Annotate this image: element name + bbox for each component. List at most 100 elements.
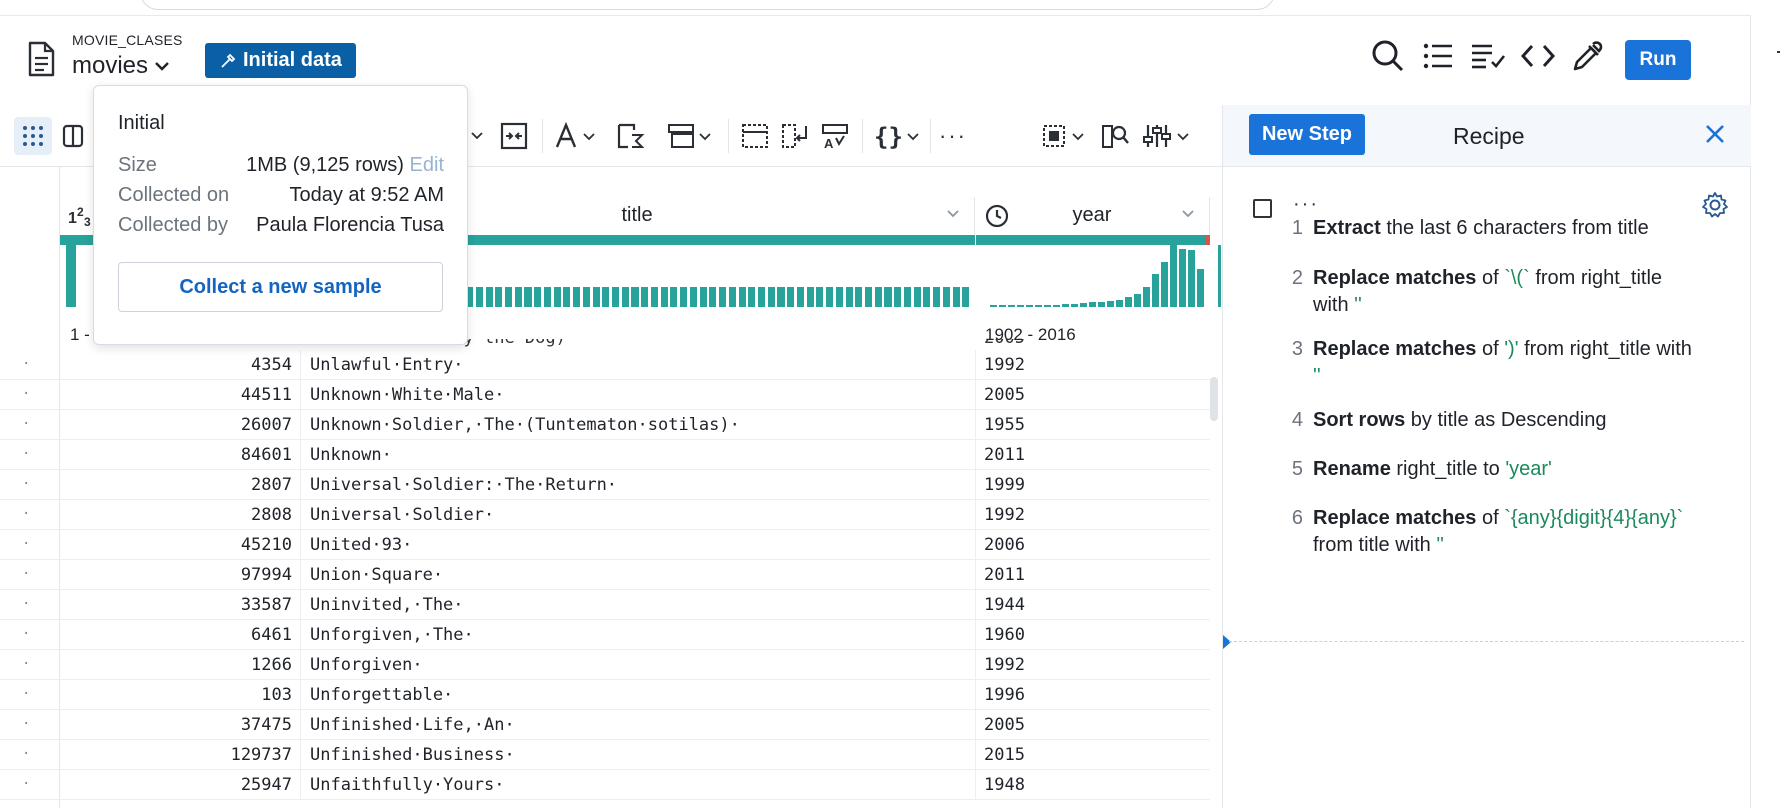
histogram-bar[interactable] [1044, 305, 1051, 307]
table-row[interactable]: · 6461 Unforgiven,·The· 1960 [0, 620, 1210, 650]
histogram-bar[interactable] [767, 287, 775, 307]
histogram-bar[interactable] [680, 287, 688, 307]
histogram-bar[interactable] [728, 287, 736, 307]
histogram-bar[interactable] [845, 287, 853, 307]
cell-year[interactable]: 2005 [984, 715, 1025, 735]
histogram-bar[interactable] [1017, 305, 1024, 307]
cell-title[interactable]: Unforgiven,·The· [310, 625, 474, 645]
histogram-bar[interactable] [612, 287, 620, 307]
histogram-bar[interactable] [1062, 304, 1069, 307]
chevron-down-icon[interactable] [1181, 207, 1195, 221]
histogram-bar[interactable] [1143, 287, 1150, 307]
histogram-bar[interactable] [748, 287, 756, 307]
histogram-bar[interactable] [933, 287, 941, 307]
histogram-bar[interactable] [563, 287, 571, 307]
nest-button[interactable] [778, 117, 812, 155]
histogram-bar[interactable] [1197, 269, 1204, 307]
histogram-bar[interactable] [719, 287, 727, 307]
cell-id[interactable]: 25947 [60, 775, 292, 795]
histogram-bar[interactable] [504, 287, 513, 307]
cell-title[interactable]: Unforgettable· [310, 685, 453, 705]
cell-title[interactable]: Unforgiven· [310, 655, 423, 675]
histogram-bar[interactable] [660, 287, 668, 307]
cell-year[interactable]: 1955 [984, 415, 1025, 435]
cell-year[interactable]: 2015 [984, 745, 1025, 765]
histogram-bar[interactable] [1116, 300, 1123, 307]
histogram-bar[interactable] [913, 287, 921, 307]
histogram-bar[interactable] [1134, 294, 1141, 307]
histogram-bar[interactable] [602, 287, 610, 307]
histogram-bar[interactable] [757, 287, 766, 307]
text-format-button[interactable] [552, 117, 600, 155]
cell-year[interactable]: 1944 [984, 595, 1025, 615]
histogram-bar[interactable] [495, 287, 503, 307]
formula-button[interactable] [614, 117, 648, 155]
cell-id[interactable]: 2808 [60, 505, 292, 525]
search-button[interactable] [1370, 38, 1406, 74]
cell-year[interactable]: 1996 [984, 685, 1025, 705]
histogram-bar[interactable] [1071, 304, 1078, 307]
histogram-bar[interactable] [1107, 301, 1114, 307]
chevron-down-icon[interactable] [946, 207, 960, 221]
histogram-bar[interactable] [699, 287, 707, 307]
table-row[interactable]: · 4354 Unlawful·Entry· 1992 [0, 350, 1210, 380]
histogram-bar[interactable] [582, 287, 590, 307]
cell-id[interactable]: 97994 [60, 565, 292, 585]
cell-title[interactable]: Unknown·White·Male· [310, 385, 504, 405]
histogram-bar[interactable] [738, 287, 746, 307]
histogram-bar[interactable] [1170, 245, 1177, 307]
cell-year[interactable]: 1992 [984, 355, 1025, 375]
cell-id[interactable]: 44511 [60, 385, 292, 405]
nested-functions-button[interactable]: {} [872, 117, 922, 155]
histogram-bar[interactable] [942, 287, 950, 307]
year-quality-bar[interactable] [976, 235, 1205, 245]
cell-title[interactable]: Unfaithfully·Yours· [310, 775, 504, 795]
histogram-bar[interactable] [1098, 302, 1105, 307]
cell-year[interactable]: 1992 [984, 505, 1025, 525]
table-row[interactable]: · 2807 Universal·Soldier:·The·Return· 1999 [0, 470, 1210, 500]
cell-title[interactable]: Uninvited,·The· [310, 595, 464, 615]
find-button[interactable] [1098, 117, 1132, 155]
histogram-bar[interactable] [592, 287, 600, 307]
cell-year[interactable]: 2005 [984, 385, 1025, 405]
histogram-bar[interactable] [894, 287, 902, 307]
histogram-bar[interactable] [514, 287, 522, 307]
histogram-bar[interactable] [1188, 250, 1195, 307]
restructure-button[interactable] [664, 117, 714, 155]
table-row[interactable]: · 45210 United·93· 2006 [0, 530, 1210, 560]
histogram-bar[interactable] [1080, 303, 1087, 307]
histogram-bar[interactable] [806, 287, 814, 307]
replace-text-button[interactable]: A [818, 117, 852, 155]
histogram-bar[interactable] [573, 287, 581, 307]
cell-year[interactable]: 1948 [984, 775, 1025, 795]
table-row[interactable]: · 103 Unforgettable· 1996 [0, 680, 1210, 710]
histogram-bar[interactable] [631, 287, 639, 307]
cell-id[interactable]: 33587 [60, 595, 292, 615]
cell-year[interactable]: 1960 [984, 625, 1025, 645]
table-row[interactable]: · 25947 Unfaithfully·Yours· 1948 [0, 770, 1210, 800]
cell-year[interactable]: 2011 [984, 565, 1025, 585]
grid-view-button[interactable] [14, 117, 52, 155]
histogram-bar[interactable] [1152, 274, 1159, 307]
new-step-button[interactable]: New Step [1249, 114, 1365, 155]
cell-year[interactable]: 2006 [984, 535, 1025, 555]
cell-id[interactable]: 84601 [60, 445, 292, 465]
merge-columns-button[interactable] [498, 117, 530, 155]
histogram-bar[interactable] [689, 287, 697, 307]
cell-title[interactable]: Universal·Soldier· [310, 505, 494, 525]
year-mismatch-bar[interactable] [1205, 235, 1210, 245]
run-button[interactable]: Run [1625, 40, 1691, 80]
close-icon[interactable] [1703, 122, 1727, 146]
histogram-bar[interactable] [1125, 297, 1132, 307]
cell-year[interactable]: 1999 [984, 475, 1025, 495]
cell-id[interactable]: 6461 [60, 625, 292, 645]
histogram-bar[interactable] [534, 287, 542, 307]
histogram-bar[interactable] [524, 287, 532, 307]
histogram-bar[interactable] [1035, 305, 1042, 307]
cell-title[interactable]: Unknown·Soldier,·The·(Tuntematon·sotilas… [310, 415, 740, 435]
table-row[interactable]: · 2808 Universal·Soldier· 1992 [0, 500, 1210, 530]
histogram-bar[interactable] [952, 287, 960, 307]
histogram-bar[interactable] [826, 287, 834, 307]
columns-view-button[interactable] [58, 117, 88, 155]
cell-id[interactable]: 45210 [60, 535, 292, 555]
